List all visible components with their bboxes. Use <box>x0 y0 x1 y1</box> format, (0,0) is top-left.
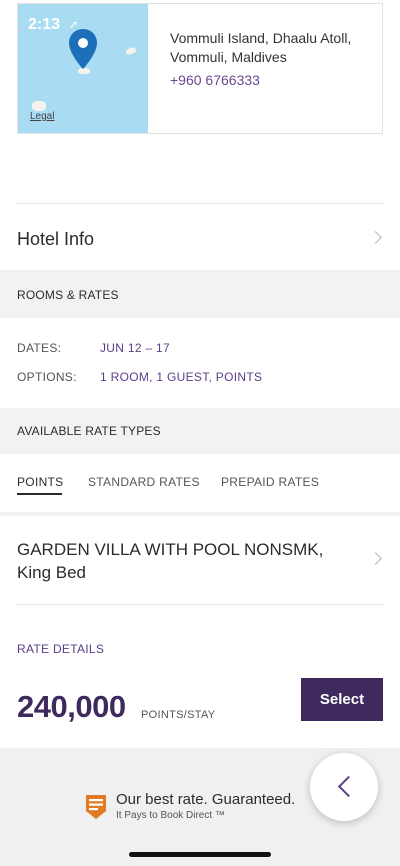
chevron-right-icon[interactable] <box>369 552 382 565</box>
booking-summary: DATES: JUN 12 – 17 OPTIONS: 1 ROOM, 1 GU… <box>0 318 400 408</box>
location-pin-icon <box>69 29 97 69</box>
tagline-text: It Pays to Book Direct ™ <box>116 810 225 821</box>
options-label: OPTIONS: <box>17 370 77 384</box>
points-unit: POINTS/STAY <box>141 709 216 721</box>
rate-details-link[interactable]: RATE DETAILS <box>17 642 104 656</box>
back-button[interactable] <box>310 753 378 821</box>
tab-points[interactable]: POINTS <box>17 475 63 489</box>
tab-standard-rates[interactable]: STANDARD RATES <box>88 475 200 489</box>
map-thumbnail[interactable]: 2:13 ➚ Legal <box>18 4 148 133</box>
dates-value[interactable]: JUN 12 – 17 <box>100 341 170 355</box>
best-rate-text: Our best rate. Guaranteed. <box>116 791 296 808</box>
points-amount: 240,000 <box>17 689 126 724</box>
rate-types-header: AVAILABLE RATE TYPES <box>0 408 400 454</box>
room-name[interactable]: GARDEN VILLA WITH POOL NONSMK, King Bed <box>17 538 357 584</box>
home-indicator <box>129 852 271 857</box>
footer: Our best rate. Guaranteed. It Pays to Bo… <box>0 748 400 866</box>
section-title: ROOMS & RATES <box>17 288 119 302</box>
hotel-phone-link[interactable]: +960 6766333 <box>170 72 260 88</box>
hotel-address: Vommuli Island, Dhaalu Atoll, Vommuli, M… <box>170 30 352 65</box>
best-rate-badge-icon <box>86 795 106 819</box>
room-rate-card: GARDEN VILLA WITH POOL NONSMK, King Bed … <box>0 516 400 748</box>
map-island <box>32 101 46 111</box>
map-legal-link[interactable]: Legal <box>30 111 54 122</box>
map-island <box>125 46 137 56</box>
dates-label: DATES: <box>17 341 62 355</box>
hotel-info-label: Hotel Info <box>17 229 95 249</box>
back-chevron-icon <box>337 775 360 798</box>
rooms-rates-header: ROOMS & RATES <box>0 270 400 318</box>
tab-prepaid-rates[interactable]: PREPAID RATES <box>221 475 319 489</box>
hotel-info-row[interactable]: Hotel Info <box>0 204 400 270</box>
status-time: 2:13 <box>28 16 61 33</box>
rate-type-tabs: POINTS STANDARD RATES PREPAID RATES <box>0 454 400 512</box>
select-button[interactable]: Select <box>301 678 383 721</box>
active-tab-indicator <box>17 493 62 495</box>
chevron-right-icon <box>369 231 382 244</box>
location-card: 2:13 ➚ Legal Vommuli Island, Dhaalu Atol… <box>17 3 383 134</box>
options-value[interactable]: 1 ROOM, 1 GUEST, POINTS <box>100 370 262 384</box>
section-title: AVAILABLE RATE TYPES <box>17 424 161 438</box>
divider <box>17 604 383 605</box>
